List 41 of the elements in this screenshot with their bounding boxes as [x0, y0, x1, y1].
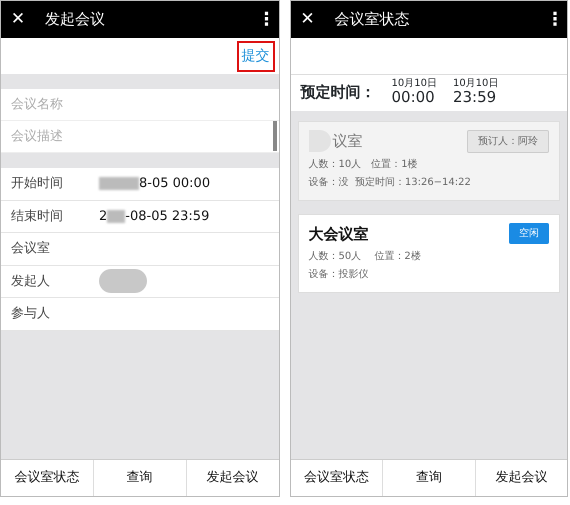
room-info: 设备：投影仪 [308, 268, 370, 282]
room-info: 人数：10人 位置：1楼 [308, 158, 419, 172]
form-row[interactable]: 发起人 [1, 266, 278, 298]
room-name: 议室 [332, 130, 362, 152]
text-field[interactable]: 会议描述 [1, 121, 278, 153]
form-row[interactable]: 结束时间 2 -08-05 23:59 [1, 200, 278, 233]
booker-tag: 预订人：阿玲 [467, 130, 549, 152]
row-label: 参与人 [11, 305, 51, 323]
status-badge: 空闲 [509, 223, 549, 244]
submit-button[interactable]: 提交 [236, 40, 274, 72]
row-label: 结束时间 [11, 208, 64, 226]
date-text: 10月10日 [392, 78, 437, 89]
row-value: 8-05 00:00 [139, 175, 210, 193]
row-label: 开始时间 [11, 175, 64, 193]
close-button[interactable]: ✕ [290, 6, 324, 32]
time-text: 23:59 [452, 89, 498, 106]
close-button[interactable]: ✕ [1, 6, 35, 32]
time-text: 00:00 [392, 89, 436, 106]
row-value: -08-05 23:59 [125, 208, 210, 226]
room-card[interactable]: 议室 预订人：阿玲 人数：10人 位置：1楼 设备：没 预定时间：13:26−14:22 [298, 120, 560, 200]
room-info: 设备：没 预定时间：13:26−14:22 [308, 176, 472, 190]
blurred-text [107, 210, 126, 223]
room-info: 人数：50人 位置：2楼 [308, 250, 422, 264]
avatar [99, 269, 147, 294]
row-value: 2 [99, 208, 108, 226]
scrollbar [272, 121, 276, 151]
date-text: 10月10日 [452, 78, 498, 89]
more-button[interactable]: ⋮ [254, 6, 278, 33]
screen-title: 会议室状态 [334, 9, 410, 30]
time-label: 预定时间： [300, 82, 376, 103]
blurred-text [99, 177, 139, 190]
text-field[interactable]: 会议名称 [1, 89, 278, 121]
form-row[interactable]: 参与人 [1, 298, 278, 330]
form-row[interactable]: 会议室 [1, 233, 278, 266]
room-card[interactable]: 大会议室 空闲 人数：50人 位置：2楼 设备：投影仪 [298, 214, 560, 293]
row-label: 会议室 [11, 240, 51, 258]
more-button[interactable]: ⋮ [543, 6, 567, 33]
row-label: 发起人 [11, 272, 51, 290]
room-name: 大会议室 [308, 224, 368, 244]
screen-title: 发起会议 [44, 9, 106, 30]
form-row[interactable]: 开始时间 8-05 00:00 [1, 168, 278, 200]
